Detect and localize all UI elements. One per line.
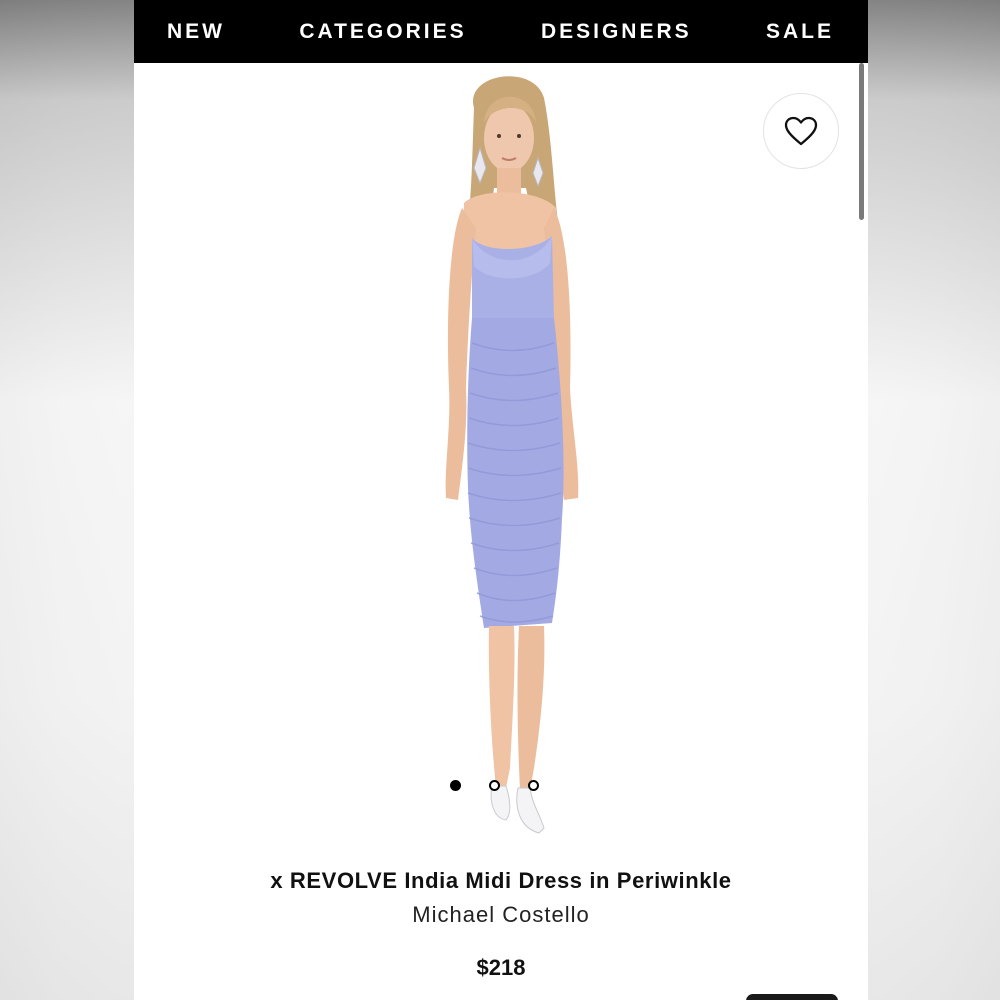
left-blurred-background [0,0,134,1000]
nav-item-sale[interactable]: SALE [766,20,834,44]
nav-item-new[interactable]: NEW [167,20,225,44]
heart-outline-icon [784,116,818,146]
carousel-dot-2[interactable] [489,780,500,791]
nav-item-designers[interactable]: DESIGNERS [541,20,692,44]
carousel-dot-3[interactable] [528,780,539,791]
product-price: $218 [476,955,526,980]
product-image[interactable] [394,68,624,858]
product-page: NEW CATEGORIES DESIGNERS SALE x REVOLVE … [134,0,868,1000]
right-blurred-background [868,0,1000,1000]
top-navigation: NEW CATEGORIES DESIGNERS SALE [134,0,868,63]
carousel-dot-1[interactable] [450,780,461,791]
product-brand[interactable]: Michael Costello [134,902,868,928]
nav-item-categories[interactable]: CATEGORIES [299,20,466,44]
wishlist-button[interactable] [763,93,839,169]
scrollbar[interactable] [859,63,864,220]
carousel-dots [450,780,539,791]
product-title: x REVOLVE India Midi Dress in Periwinkle [270,868,732,893]
home-indicator [746,994,838,1000]
